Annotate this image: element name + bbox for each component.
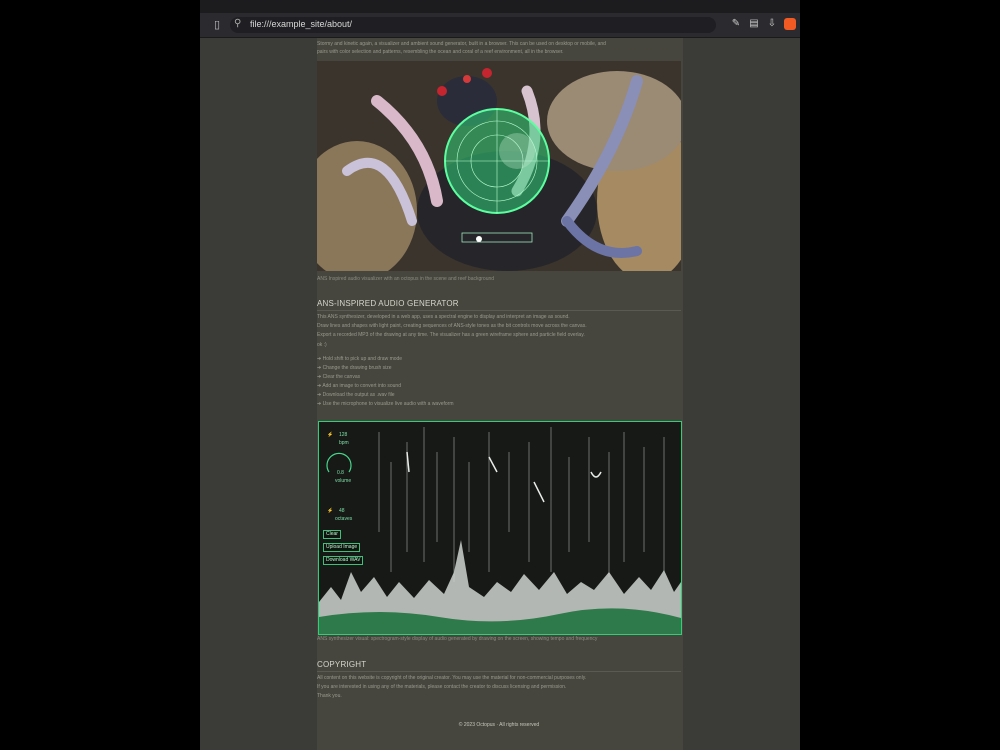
list-item: ➔ Use the microphone to visualize live a… xyxy=(317,401,454,407)
list-item: ➔ Clear the canvas xyxy=(317,374,361,380)
section-title-copyright: COPYRIGHT xyxy=(317,660,367,669)
list-item-text: Use the microphone to visualize live aud… xyxy=(322,401,454,407)
list-item-text: Download the output as .wav file xyxy=(322,392,395,398)
section-divider xyxy=(317,310,681,311)
list-item-text: Add an image to convert into sound xyxy=(322,383,401,389)
sidebar-icon[interactable]: ▯ xyxy=(210,18,224,32)
frequency-unit: octaves xyxy=(335,516,353,522)
section2-line-3: Thank you. xyxy=(317,693,342,699)
intro-line-1: Stormy and kinetic again, a visualizer a… xyxy=(317,41,606,47)
share-icon[interactable]: ✎ xyxy=(730,18,742,30)
url-text: file:///example_site/about/ xyxy=(250,19,353,29)
list-item-text: Clear the canvas xyxy=(322,374,361,380)
search-icon: ⚲ xyxy=(234,18,242,29)
list-item: ➔ Hold shift to pick up and draw mode xyxy=(317,356,403,362)
title-bar xyxy=(200,0,800,13)
page-footer: © 2023 Octopus · All rights reserved xyxy=(458,722,540,728)
page-content: Stormy and kinetic again, a visualizer a… xyxy=(317,38,683,750)
tempo-unit: bpm xyxy=(339,440,349,446)
tempo-value: 128 xyxy=(339,432,348,438)
hero-image xyxy=(317,61,681,271)
brave-logo-icon[interactable] xyxy=(784,18,796,30)
frequency-value: 48 xyxy=(339,508,345,514)
list-item: ➔ Add an image to convert into sound xyxy=(317,383,401,389)
section2-line-2: If you are interested in using any of th… xyxy=(317,684,567,690)
browser-window: ▯ ⚲ file:///example_site/about/ ✎ ▤ ⇩ St… xyxy=(200,0,800,750)
section1-line-2: Draw lines and shapes with light paint, … xyxy=(317,323,587,329)
tempo-icon: ⚡ xyxy=(327,432,334,438)
section-divider xyxy=(317,671,681,672)
address-bar[interactable]: ⚲ file:///example_site/about/ xyxy=(230,17,716,33)
section-title-generator: ANS-INSPIRED AUDIO GENERATOR xyxy=(317,299,459,308)
intro-line-2: pairs with color selection and patterns,… xyxy=(317,49,564,55)
section1-line-3: Export a recorded MP3 of the drawing at … xyxy=(317,332,585,338)
gain-value: 0.8 xyxy=(337,470,344,476)
list-item-text: Change the drawing brush size xyxy=(322,365,392,371)
frequency-icon: ⚡ xyxy=(327,508,334,514)
list-item: ➔ Download the output as .wav file xyxy=(317,392,395,398)
octopus-scene-graphic xyxy=(317,61,681,271)
download-wav-button[interactable]: Download WAV xyxy=(323,556,364,565)
section1-line-1: This ANS synthesizer, developed in a web… xyxy=(317,314,570,320)
list-item: ➔ Change the drawing brush size xyxy=(317,365,392,371)
visualizer-caption: ANS synthesizer visual: spectrogram-styl… xyxy=(317,636,598,642)
list-item-text: Hold shift to pick up and draw mode xyxy=(322,356,403,362)
download-icon[interactable]: ⇩ xyxy=(766,18,778,30)
hero-caption: ANS Inspired audio visualizer with an oc… xyxy=(317,276,495,282)
puzzle-icon[interactable]: ▤ xyxy=(748,18,760,30)
browser-toolbar: ▯ ⚲ file:///example_site/about/ ✎ ▤ ⇩ xyxy=(200,13,800,38)
gain-unit: volume xyxy=(335,478,352,484)
section1-line-4: ok :) xyxy=(317,342,327,348)
section2-line-1: All content on this website is copyright… xyxy=(317,675,587,681)
audio-visualizer[interactable]: ⚡ 128 bpm 0.8 volume ⚡ 48 octaves Clear … xyxy=(318,421,682,635)
spectrogram-graphic xyxy=(319,422,681,634)
upload-image-button[interactable]: Upload Image xyxy=(323,543,361,552)
clear-button[interactable]: Clear xyxy=(323,530,341,539)
